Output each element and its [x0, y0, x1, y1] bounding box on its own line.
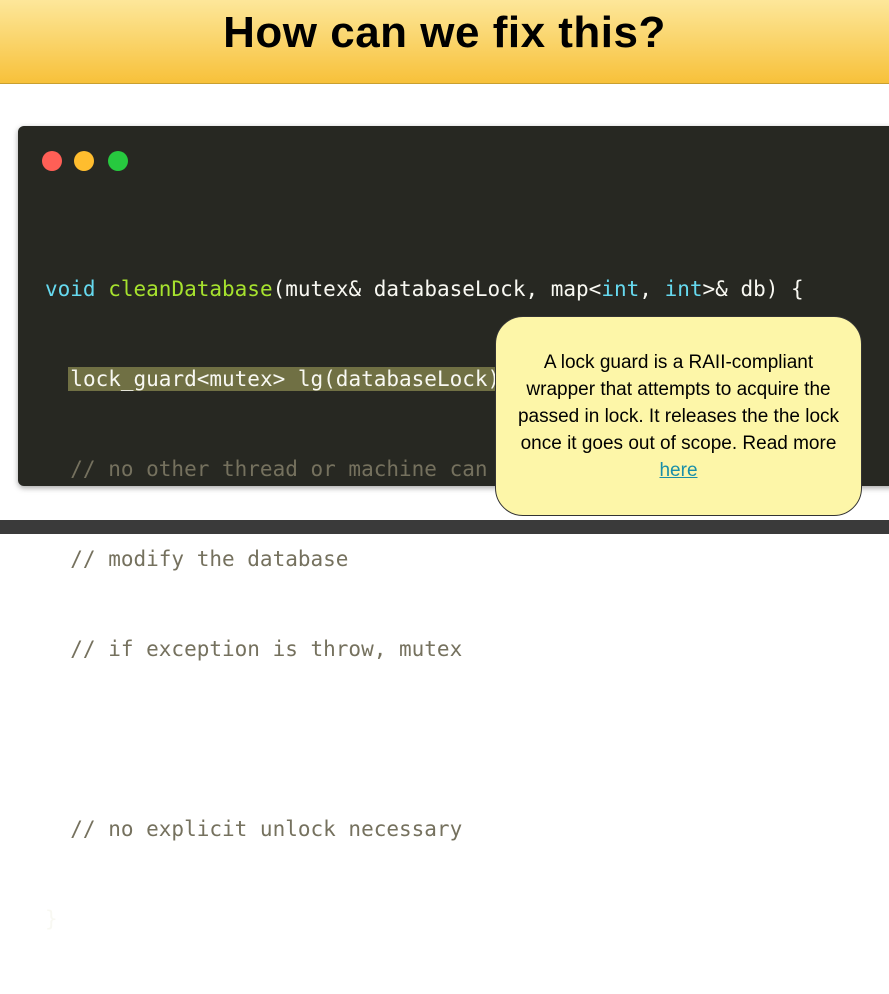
code-line-5: // if exception is throw, mutex: [45, 637, 463, 661]
code-line-7: // no explicit unlock necessary: [45, 817, 463, 841]
params-end: >& db) {: [702, 277, 804, 301]
tooltip-content: A lock guard is a RAII-compliant wrapper…: [512, 349, 845, 484]
highlighted-lock-guard: lock_guard<mutex> lg(databaseLock);: [68, 367, 515, 391]
keyword-int: int: [664, 277, 703, 301]
function-name: cleanDatabase: [108, 277, 273, 301]
slide-title: How can we fix this?: [223, 7, 666, 57]
keyword-int: int: [601, 277, 640, 301]
slide-header: How can we fix this?: [0, 0, 889, 84]
code-line-1: void cleanDatabase(mutex& databaseLock, …: [45, 274, 804, 304]
code-line-8: }: [45, 907, 58, 931]
window-maximize-dot-icon: [108, 151, 128, 171]
window-minimize-dot-icon: [74, 151, 94, 171]
read-more-link[interactable]: here: [659, 460, 697, 481]
params-sep: ,: [639, 277, 665, 301]
bottom-bar: [0, 520, 889, 534]
code-line-4: // modify the database: [45, 547, 349, 571]
window-close-dot-icon: [42, 151, 62, 171]
tooltip-text: A lock guard is a RAII-compliant wrapper…: [517, 351, 840, 454]
keyword-void: void: [45, 277, 96, 301]
params-text: (mutex& databaseLock, map<: [272, 277, 602, 301]
lock-guard-tooltip: A lock guard is a RAII-compliant wrapper…: [495, 316, 862, 516]
